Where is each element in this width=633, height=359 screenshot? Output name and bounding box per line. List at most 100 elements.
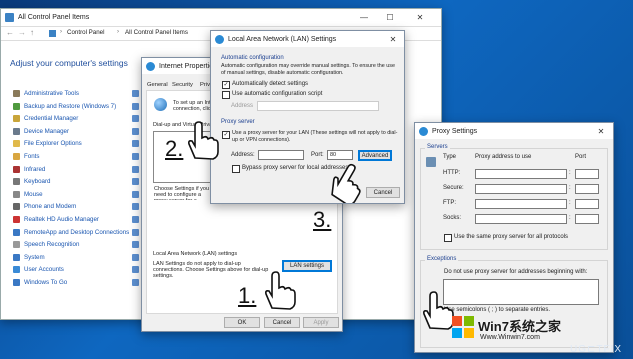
cp-item-icon — [13, 241, 20, 249]
close-button[interactable]: ✕ — [409, 9, 431, 25]
control-panel-titlebar: All Control Panel Items — [1, 9, 441, 25]
advanced-button[interactable]: Advanced — [358, 150, 392, 161]
port-field[interactable]: 80 — [327, 150, 353, 160]
breadcrumb-control-panel[interactable]: Control Panel — [67, 29, 105, 36]
auto-detect-checkbox[interactable]: ✓ — [222, 81, 230, 89]
cp-item[interactable]: Fonts — [13, 151, 39, 162]
step-3-label: 3. — [313, 207, 332, 232]
cp-item-icon[interactable] — [132, 279, 139, 286]
use-proxy-checkbox[interactable]: ✓ — [222, 131, 230, 139]
cp-item[interactable]: Backup and Restore (Windows 7) — [13, 101, 116, 112]
proxy-close-button[interactable]: ✕ — [590, 123, 612, 139]
cp-item[interactable]: File Explorer Options — [13, 138, 82, 149]
exceptions-text: Do not use proxy server for addresses be… — [444, 269, 588, 275]
cp-item-label: Realtek HD Audio Manager — [24, 216, 99, 223]
cp-item[interactable]: Keyboard — [13, 176, 51, 187]
tab-general[interactable]: General — [147, 82, 168, 88]
proxy-port-input[interactable] — [575, 184, 599, 194]
cp-item-label: Phone and Modem — [24, 203, 77, 211]
proxy-address-input[interactable] — [475, 169, 567, 179]
cp-item-icon[interactable] — [132, 266, 139, 274]
cp-item-icon[interactable] — [132, 90, 139, 97]
cp-item-icon[interactable] — [132, 203, 139, 211]
cp-item-icon[interactable] — [132, 140, 139, 148]
proxy-address-input[interactable] — [475, 184, 567, 194]
col-port: Port — [575, 154, 587, 160]
cp-item-icon[interactable] — [132, 241, 139, 249]
cp-item-label: Credential Manager — [24, 115, 79, 123]
apply-button[interactable]: Apply — [303, 317, 339, 328]
lan-cancel-button[interactable]: Cancel — [366, 187, 400, 198]
cp-item-icon — [13, 140, 20, 148]
cp-item[interactable]: RemoteApp and Desktop Connections — [13, 227, 129, 238]
proxy-address-label: Address: — [231, 152, 255, 158]
auto-config-heading: Automatic configuration — [221, 55, 284, 61]
cp-item[interactable]: Device Manager — [13, 126, 69, 137]
minimize-button[interactable]: — — [353, 9, 375, 25]
cp-item[interactable]: Credential Manager — [13, 113, 78, 124]
port-value: 80 — [330, 152, 337, 158]
cp-item[interactable]: User Accounts — [13, 264, 64, 275]
cp-item-icon[interactable] — [132, 102, 139, 110]
forward-arrow-icon[interactable]: → — [18, 28, 26, 37]
cancel-button[interactable]: Cancel — [264, 317, 300, 328]
cp-item-label: Mouse — [24, 190, 43, 198]
cp-item[interactable]: Phone and Modem — [13, 201, 76, 212]
same-proxy-checkbox[interactable] — [444, 234, 452, 242]
proxy-port-input[interactable] — [575, 169, 599, 179]
same-proxy-label: Use the same proxy server for all protoc… — [454, 234, 569, 240]
cp-item[interactable]: System — [13, 252, 45, 263]
hand-cursor-icon — [331, 163, 361, 203]
lan-group-label: Local Area Network (LAN) settings — [153, 251, 238, 257]
cp-item-icon[interactable] — [132, 228, 139, 236]
cp-item[interactable]: Realtek HD Audio Manager — [13, 214, 99, 225]
cp-item-icon[interactable] — [132, 178, 139, 186]
proxy-address-input[interactable] — [475, 199, 567, 209]
proxy-dialog-titlebar: Proxy Settings — [415, 123, 613, 139]
use-script-checkbox[interactable] — [222, 91, 230, 99]
cp-item[interactable]: Windows To Go — [13, 277, 67, 288]
up-arrow-icon[interactable]: ↑ — [30, 28, 34, 37]
cp-item[interactable]: Mouse — [13, 189, 43, 200]
cp-item-label: Fonts — [24, 153, 40, 160]
cp-item-icon[interactable] — [132, 127, 139, 135]
ok-button[interactable]: OK — [224, 317, 260, 328]
proxy-heading: Proxy server — [221, 119, 255, 125]
cp-item[interactable]: Infrared — [13, 164, 45, 175]
colon-separator: : — [569, 170, 571, 176]
script-address-field[interactable] — [257, 101, 379, 111]
exceptions-textarea[interactable] — [443, 279, 599, 305]
cp-item[interactable]: Speech Recognition — [13, 239, 79, 250]
hand-cursor-icon — [423, 291, 454, 330]
proxy-address-field[interactable] — [258, 150, 304, 160]
cp-item-icon[interactable] — [132, 165, 139, 173]
cp-item-icon — [13, 178, 20, 186]
col-address: Proxy address to use — [475, 154, 532, 160]
cp-item-icon[interactable] — [132, 216, 139, 223]
servers-icon — [426, 157, 436, 167]
cp-item-icon[interactable] — [132, 153, 139, 160]
proxy-port-input[interactable] — [575, 199, 599, 209]
proxy-port-input[interactable] — [575, 214, 599, 224]
cp-item-icon[interactable] — [132, 115, 139, 123]
lan-dialog-title: Local Area Network (LAN) Settings — [228, 35, 337, 43]
cp-item-icon[interactable] — [132, 190, 139, 198]
cp-item-label: Speech Recognition — [24, 241, 80, 249]
lan-close-button[interactable]: ✕ — [382, 31, 404, 47]
breadcrumb-all-items[interactable]: All Control Panel Items — [125, 29, 188, 36]
bypass-checkbox[interactable] — [232, 165, 240, 173]
back-arrow-icon[interactable]: ← — [6, 28, 14, 37]
cp-item-icon[interactable] — [132, 253, 139, 261]
cp-item-icon — [13, 253, 20, 261]
cp-item-label: RemoteApp and Desktop Connections — [24, 228, 130, 236]
cp-item[interactable]: Administrative Tools — [13, 88, 79, 99]
maximize-button[interactable]: ☐ — [379, 9, 401, 25]
cp-item-icon — [13, 153, 20, 160]
lan-dialog-titlebar: Local Area Network (LAN) Settings — [211, 31, 404, 47]
cp-item-icon — [13, 216, 20, 223]
tab-security[interactable]: Security — [172, 82, 193, 88]
cp-item-icon — [13, 203, 20, 211]
setup-globe-icon — [154, 98, 167, 111]
use-proxy-label: Use a proxy server for your LAN (These s… — [232, 130, 398, 143]
proxy-address-input[interactable] — [475, 214, 567, 224]
